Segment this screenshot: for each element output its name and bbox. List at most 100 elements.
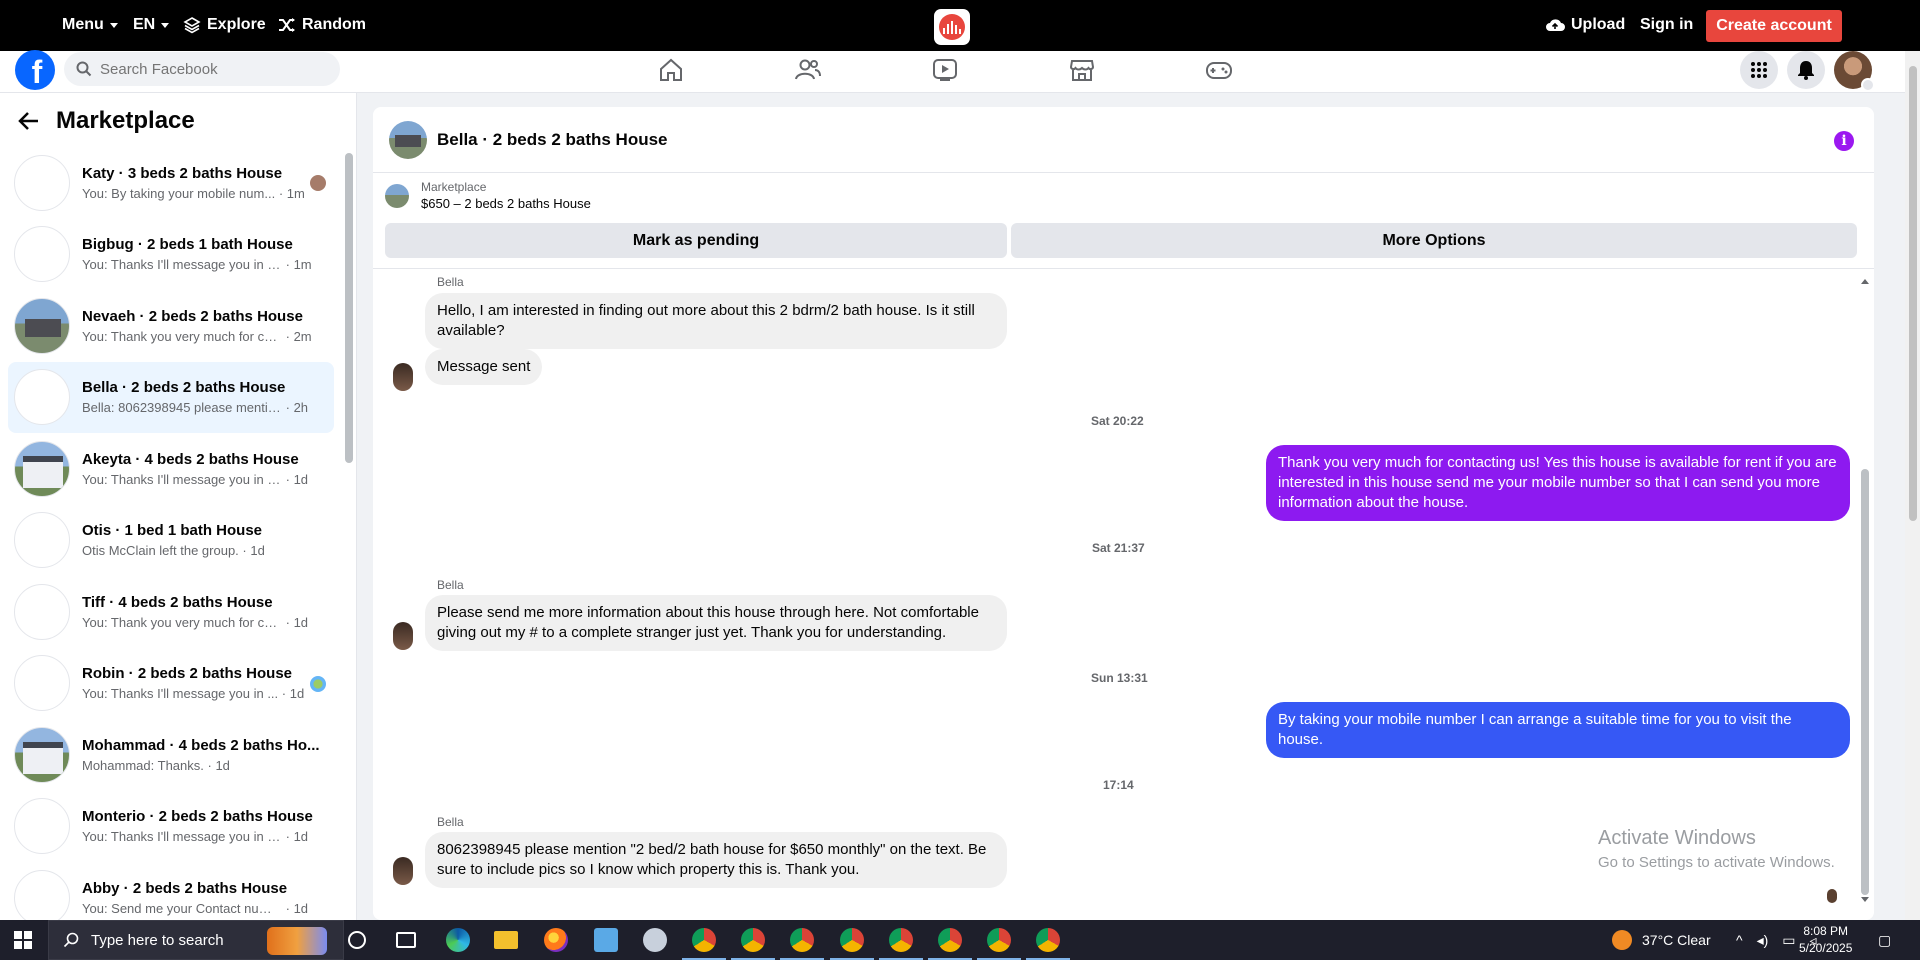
random-label: Random xyxy=(302,16,366,33)
conversation-item-akeyta[interactable]: Akeyta · 4 beds 2 baths House You: Thank… xyxy=(8,433,334,505)
chrome-icon[interactable] xyxy=(731,928,775,960)
chrome-icon[interactable] xyxy=(682,928,726,960)
chat-avatar[interactable] xyxy=(389,120,427,159)
search-input[interactable] xyxy=(100,60,320,78)
language-button[interactable]: EN xyxy=(133,16,170,34)
conversation-title: Bella · 2 beds 2 baths House xyxy=(82,379,286,397)
marketplace-icon[interactable] xyxy=(1067,56,1097,84)
edge-icon[interactable] xyxy=(446,928,470,952)
search-box[interactable] xyxy=(64,52,340,86)
conversation-item-robin[interactable]: Robin · 2 beds 2 baths House You: Thanks… xyxy=(8,648,334,720)
read-receipt-avatar xyxy=(1827,889,1837,903)
app-icon[interactable] xyxy=(643,928,667,952)
conversation-avatar xyxy=(14,655,70,712)
page-scrollbar-thumb[interactable] xyxy=(1909,66,1917,521)
outgoing-message: By taking your mobile number I can arran… xyxy=(1266,702,1850,758)
conversation-item-tiff[interactable]: Tiff · 4 beds 2 baths House You: Thank y… xyxy=(8,576,334,648)
create-account-button[interactable]: Create account xyxy=(1706,10,1842,42)
layers-icon xyxy=(183,17,201,34)
conversation-item-bigbug[interactable]: Bigbug · 2 beds 1 bath House You: Thanks… xyxy=(8,219,334,291)
video-icon[interactable] xyxy=(930,56,960,84)
conversation-preview: You: Thank you very much for cont... xyxy=(82,614,282,630)
search-icon xyxy=(76,61,92,77)
facebook-logo-icon[interactable]: f xyxy=(15,50,55,90)
signin-link[interactable]: Sign in xyxy=(1640,16,1693,34)
menu-label: Menu xyxy=(62,16,104,33)
chevron-up-icon[interactable]: ^ xyxy=(1736,932,1743,948)
chat-scrollbar-thumb[interactable] xyxy=(1861,469,1869,895)
cortana-icon[interactable] xyxy=(348,931,366,949)
taskbar-search-placeholder: Type here to search xyxy=(91,931,224,949)
conversation-item-mohammad[interactable]: Mohammad · 4 beds 2 baths Ho... Mohammad… xyxy=(8,719,334,791)
mark-as-pending-button[interactable]: Mark as pending xyxy=(385,223,1007,258)
site-topbar: Menu EN Explore Random Upload Sign in Cr… xyxy=(0,0,1920,51)
conversation-title: Akeyta · 4 beds 2 baths House xyxy=(82,450,299,468)
watermark-title: Activate Windows xyxy=(1598,827,1756,849)
notification-center-icon[interactable]: ▢ xyxy=(1878,920,1891,960)
chrome-icon[interactable] xyxy=(830,928,874,960)
taskbar-search[interactable]: Type here to search xyxy=(48,920,344,960)
more-options-button[interactable]: More Options xyxy=(1011,223,1857,258)
site-logo[interactable] xyxy=(934,9,970,45)
listing-price: $650 – 2 beds 2 baths House xyxy=(421,196,591,211)
incoming-message: Hello, I am interested in finding out mo… xyxy=(425,293,1007,349)
conversation-preview: You: Thanks I'll message you in a m... xyxy=(82,829,282,845)
conversation-item-otis[interactable]: Otis · 1 bed 1 bath House Otis McClain l… xyxy=(8,505,334,577)
speaker-icon[interactable]: ◂) xyxy=(1757,932,1769,949)
menu-grid-icon[interactable] xyxy=(1740,51,1778,89)
notifications-bell-icon[interactable] xyxy=(1787,51,1825,89)
chat-header: Bella · 2 beds 2 baths House i xyxy=(373,107,1874,173)
network-icon[interactable]: ▭ xyxy=(1782,932,1795,949)
conversation-preview: You: By taking your mobile num... xyxy=(82,185,276,201)
menu-button[interactable]: Menu xyxy=(62,16,118,34)
firefox-icon[interactable] xyxy=(544,928,568,952)
home-icon[interactable] xyxy=(656,56,686,84)
conversation-title: Monterio · 2 beds 2 baths House xyxy=(82,808,313,826)
weather-sun-icon xyxy=(1612,930,1632,950)
chat-scrollbar[interactable] xyxy=(1860,277,1870,903)
friends-icon[interactable] xyxy=(793,56,823,84)
scroll-up-icon[interactable] xyxy=(1861,279,1869,284)
random-link[interactable]: Random xyxy=(278,16,366,34)
chrome-icon[interactable] xyxy=(977,928,1021,960)
divider xyxy=(373,268,1874,269)
file-explorer-icon[interactable] xyxy=(494,931,518,949)
scroll-down-icon[interactable] xyxy=(1861,897,1869,902)
chrome-icon[interactable] xyxy=(879,928,923,960)
conversation-preview: You: Thanks I'll message you in a ... xyxy=(82,257,282,273)
task-view-icon[interactable] xyxy=(396,932,416,948)
conversation-time: · 1d xyxy=(285,900,309,916)
conversation-item-katy[interactable]: Katy · 3 beds 2 baths House You: By taki… xyxy=(8,147,334,219)
conversation-title: Otis · 1 bed 1 bath House xyxy=(82,522,263,540)
chrome-icon[interactable] xyxy=(1026,928,1070,960)
watermark-subtitle: Go to Settings to activate Windows. xyxy=(1598,854,1835,871)
listing-summary[interactable]: Marketplace $650 – 2 beds 2 baths House xyxy=(385,180,591,211)
windows-start-icon[interactable] xyxy=(14,931,32,949)
profile-avatar[interactable] xyxy=(1834,51,1875,92)
chrome-icon[interactable] xyxy=(780,928,824,960)
photos-icon[interactable] xyxy=(594,928,618,952)
conversation-item-nevaeh[interactable]: Nevaeh · 2 beds 2 baths House You: Thank… xyxy=(8,290,334,362)
conversation-avatar xyxy=(14,726,70,783)
conversation-time: · 1d xyxy=(285,614,309,630)
upload-button[interactable]: Upload xyxy=(1545,16,1625,34)
info-icon[interactable]: i xyxy=(1834,131,1854,151)
chat-title[interactable]: Bella · 2 beds 2 baths House xyxy=(437,130,668,150)
incoming-message: Message sent xyxy=(425,349,543,385)
conversation-time: · 1m xyxy=(285,257,312,273)
page-scrollbar[interactable] xyxy=(1905,51,1920,920)
gaming-icon[interactable] xyxy=(1204,56,1234,84)
conversation-avatar xyxy=(14,869,70,920)
sidebar-scrollbar[interactable] xyxy=(345,153,353,463)
conversation-preview: You: Send me your Contact number... xyxy=(82,900,282,916)
conversation-item-monterio[interactable]: Monterio · 2 beds 2 baths House You: Tha… xyxy=(8,791,334,863)
weather-widget[interactable]: 37°C Clear xyxy=(1612,920,1711,960)
back-arrow-icon[interactable] xyxy=(18,111,40,131)
conversation-item-abby[interactable]: Abby · 2 beds 2 baths House You: Send me… xyxy=(8,862,334,920)
system-clock[interactable]: 8:08 PM 5/20/2025 xyxy=(1799,923,1852,957)
conversation-item-bella[interactable]: Bella · 2 beds 2 baths House Bella: 8062… xyxy=(8,361,334,433)
chrome-icon[interactable] xyxy=(928,928,972,960)
listing-thumbnail xyxy=(385,183,409,208)
conversation-preview: You: Thank you very much for cont... xyxy=(82,328,282,344)
explore-link[interactable]: Explore xyxy=(183,16,266,34)
